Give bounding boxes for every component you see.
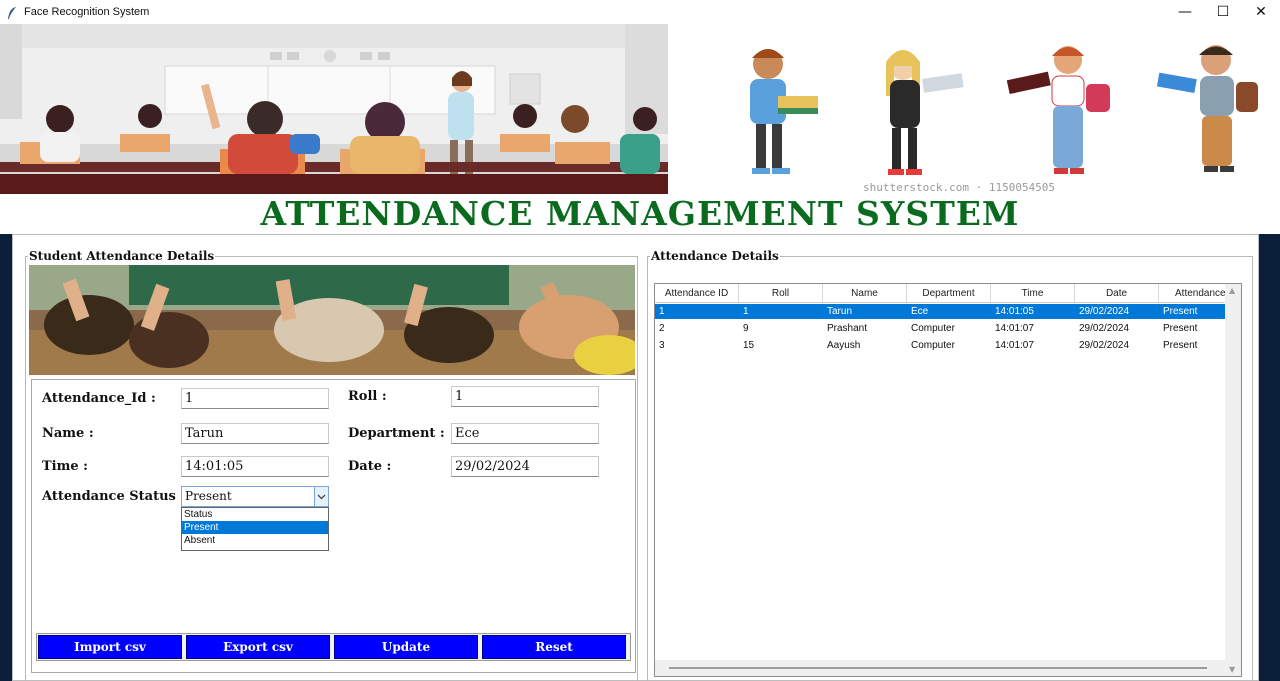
attendance-status-value: Present bbox=[185, 489, 232, 503]
cell-roll: 1 bbox=[743, 306, 749, 317]
time-input[interactable]: 14:01:05 bbox=[181, 456, 329, 477]
cell-attendance-id: 1 bbox=[659, 306, 665, 317]
attendance-status-dropdown: Status Present Absent bbox=[181, 507, 329, 551]
attendance-details-legend: Attendance Details bbox=[651, 249, 779, 263]
chevron-down-icon[interactable] bbox=[314, 487, 328, 506]
cell-attendance-id: 2 bbox=[659, 323, 665, 334]
cell-date: 29/02/2024 bbox=[1079, 340, 1130, 351]
maximize-button[interactable]: ☐ bbox=[1204, 0, 1242, 24]
cell-name: Prashant bbox=[827, 323, 868, 334]
cell-attendance: Present bbox=[1163, 323, 1198, 334]
attendance-id-label: Attendance_Id : bbox=[42, 391, 156, 406]
update-button[interactable]: Update bbox=[334, 635, 478, 659]
import-csv-button[interactable]: Import csv bbox=[38, 635, 182, 659]
attendance-details-frame: Attendance Details Attendance ID Roll Na… bbox=[647, 249, 1253, 681]
page-title: ATTENDANCE MANAGEMENT SYSTEM bbox=[260, 194, 1020, 233]
attendance-table: Attendance ID Roll Name Department Time … bbox=[654, 283, 1242, 677]
app-window: Face Recognition System — ☐ ✕ shuttersto… bbox=[0, 0, 1280, 681]
students-banner-image: shutterstock.com · 1150054505 bbox=[668, 24, 1280, 194]
feather-icon bbox=[6, 5, 18, 19]
attendance-id-input[interactable]: 1 bbox=[181, 388, 329, 409]
main-frame: Student Attendance Details Attendance_Id… bbox=[12, 234, 1259, 681]
status-option-present[interactable]: Present bbox=[182, 521, 328, 534]
department-input[interactable]: Ece bbox=[451, 423, 599, 444]
cell-time: 14:01:07 bbox=[995, 340, 1034, 351]
roll-label: Roll : bbox=[348, 389, 387, 404]
close-button[interactable]: ✕ bbox=[1242, 0, 1280, 24]
column-header-date[interactable]: Date bbox=[1075, 284, 1159, 303]
reset-button[interactable]: Reset bbox=[482, 635, 626, 659]
cell-attendance: Present bbox=[1163, 340, 1198, 351]
cell-time: 14:01:05 bbox=[995, 306, 1034, 317]
column-header-time[interactable]: Time bbox=[991, 284, 1075, 303]
column-header-attendance-id[interactable]: Attendance ID bbox=[655, 284, 739, 303]
date-input[interactable]: 29/02/2024 bbox=[451, 456, 599, 477]
export-csv-button[interactable]: Export csv bbox=[186, 635, 330, 659]
cell-name: Aayush bbox=[827, 340, 861, 351]
scroll-up-icon[interactable]: ▲ bbox=[1229, 286, 1235, 295]
column-header-name[interactable]: Name bbox=[823, 284, 907, 303]
cell-attendance: Present bbox=[1163, 306, 1198, 317]
column-header-attendance[interactable]: Attendance bbox=[1159, 284, 1226, 303]
table-header: Attendance ID Roll Name Department Time … bbox=[655, 284, 1226, 303]
classroom-photo bbox=[29, 265, 635, 375]
cell-department: Ece bbox=[911, 306, 929, 317]
vertical-scrollbar[interactable]: ▲ ▼ bbox=[1225, 284, 1241, 676]
minimize-button[interactable]: — bbox=[1166, 0, 1204, 24]
cell-time: 14:01:07 bbox=[995, 323, 1034, 334]
page-heading-strip: ATTENDANCE MANAGEMENT SYSTEM bbox=[0, 194, 1280, 234]
department-label: Department : bbox=[348, 426, 445, 441]
name-label: Name : bbox=[42, 426, 94, 441]
window-title: Face Recognition System bbox=[24, 6, 150, 18]
cell-roll: 9 bbox=[743, 323, 749, 334]
classroom-banner-image bbox=[0, 24, 668, 194]
cell-date: 29/02/2024 bbox=[1079, 306, 1130, 317]
name-input[interactable]: Tarun bbox=[181, 423, 329, 444]
table-row[interactable]: 2 9 Prashant Computer 14:01:07 29/02/202… bbox=[655, 321, 1226, 336]
date-label: Date : bbox=[348, 459, 392, 474]
column-header-department[interactable]: Department bbox=[907, 284, 991, 303]
attendance-form: Attendance_Id : 1 Roll : 1 Name : Tarun … bbox=[31, 379, 636, 673]
attendance-status-combobox[interactable]: Present bbox=[181, 486, 329, 507]
table-row[interactable]: 3 15 Aayush Computer 14:01:07 29/02/2024… bbox=[655, 338, 1226, 353]
action-button-bar: Import csv Export csv Update Reset bbox=[36, 633, 631, 661]
cell-attendance-id: 3 bbox=[659, 340, 665, 351]
status-option-status[interactable]: Status bbox=[182, 508, 328, 521]
cell-roll: 15 bbox=[743, 340, 755, 351]
cell-department: Computer bbox=[911, 323, 955, 334]
cell-name: Tarun bbox=[827, 306, 853, 317]
student-attendance-details-legend: Student Attendance Details bbox=[29, 249, 215, 263]
horizontal-scrollbar[interactable] bbox=[655, 660, 1226, 676]
title-bar: Face Recognition System — ☐ ✕ bbox=[0, 0, 1280, 24]
roll-input[interactable]: 1 bbox=[451, 386, 599, 407]
status-option-absent[interactable]: Absent bbox=[182, 534, 328, 547]
attendance-status-label: Attendance Status : bbox=[42, 489, 186, 504]
watermark-text: shutterstock.com · 1150054505 bbox=[863, 181, 1055, 194]
table-row[interactable]: 1 1 Tarun Ece 14:01:05 29/02/2024 Presen… bbox=[655, 304, 1226, 319]
cell-department: Computer bbox=[911, 340, 955, 351]
cell-date: 29/02/2024 bbox=[1079, 323, 1130, 334]
column-header-roll[interactable]: Roll bbox=[739, 284, 823, 303]
time-label: Time : bbox=[42, 459, 88, 474]
scroll-down-icon[interactable]: ▼ bbox=[1229, 665, 1235, 674]
